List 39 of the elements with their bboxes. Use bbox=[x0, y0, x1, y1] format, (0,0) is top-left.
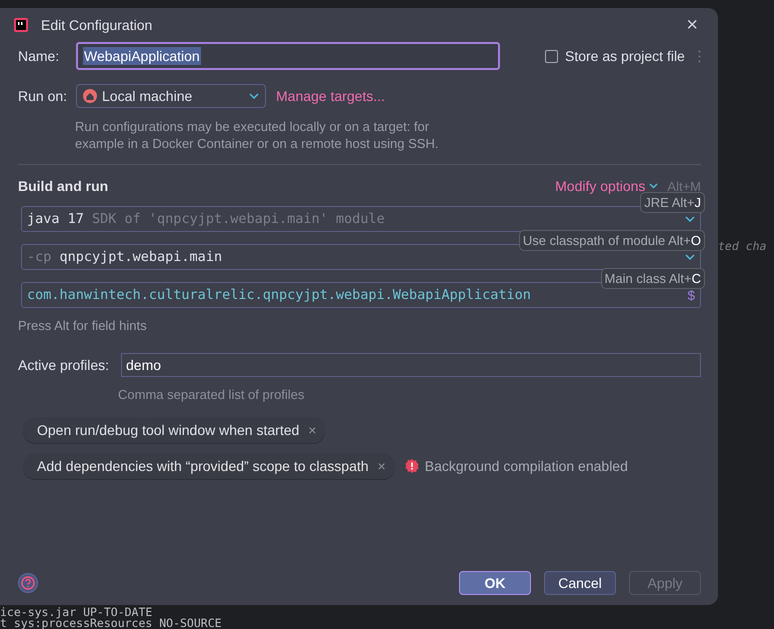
house-icon bbox=[83, 89, 97, 103]
chevron-down-icon bbox=[249, 93, 259, 99]
cancel-button[interactable]: Cancel bbox=[544, 571, 616, 595]
shortcut-hint: JRE Alt+J bbox=[640, 192, 705, 213]
macro-button[interactable]: $ bbox=[687, 288, 695, 302]
shortcut-hint: Main class Alt+C bbox=[600, 268, 705, 289]
checkbox-label: Store as project file bbox=[565, 48, 685, 64]
remove-button[interactable]: × bbox=[308, 422, 316, 438]
more-icon bbox=[698, 50, 701, 62]
editor-line: ice-sys.jar UP-TO-DATE bbox=[0, 606, 152, 618]
name-field[interactable]: WebapiApplication bbox=[76, 42, 500, 70]
close-button[interactable]: × bbox=[680, 14, 704, 36]
hint-text: Press Alt for field hints bbox=[18, 318, 148, 333]
option-chip[interactable]: Open run/debug tool window when started × bbox=[23, 417, 326, 443]
app-icon bbox=[14, 18, 28, 32]
main-class-field[interactable]: com.hanwintech.culturalrelic.qnpcyjpt.webapi.WebapiApplication $ bbox=[21, 282, 701, 308]
warning-icon bbox=[404, 459, 419, 473]
target-dropdown[interactable]: Local machine bbox=[76, 84, 266, 108]
profiles-field[interactable]: demo bbox=[121, 353, 701, 377]
remove-button[interactable]: × bbox=[378, 458, 386, 474]
run-on-label: Run on: bbox=[18, 88, 68, 104]
section-title: Build and run bbox=[18, 178, 110, 194]
profiles-label: Active profiles: bbox=[18, 357, 110, 373]
option-chip[interactable]: Add dependencies with “provided” scope to classpath × bbox=[23, 453, 395, 479]
hint-text: Comma separated list of profiles bbox=[118, 387, 306, 402]
chevron-down-icon bbox=[685, 216, 695, 222]
shortcut-hint: Use classpath of module Alt+O bbox=[518, 230, 705, 251]
checkbox[interactable] bbox=[545, 50, 558, 62]
name-label: Name: bbox=[18, 48, 60, 64]
warning-text: Background compilation enabled bbox=[424, 458, 628, 474]
window-title: Edit Configuration bbox=[41, 17, 154, 33]
editor-line: ted cha bbox=[718, 240, 766, 252]
description-text: Run configurations may be executed locally or on a target: for example in a Docker Container or on a remote host using SSH. bbox=[75, 118, 440, 152]
chevron-down-icon bbox=[649, 183, 658, 189]
help-icon[interactable] bbox=[18, 573, 38, 593]
chevron-down-icon bbox=[685, 254, 695, 260]
manage-targets-link[interactable]: Manage targets... bbox=[276, 88, 385, 104]
ok-button[interactable]: OK bbox=[459, 571, 531, 595]
modify-options-link[interactable]: Modify options bbox=[555, 178, 658, 194]
